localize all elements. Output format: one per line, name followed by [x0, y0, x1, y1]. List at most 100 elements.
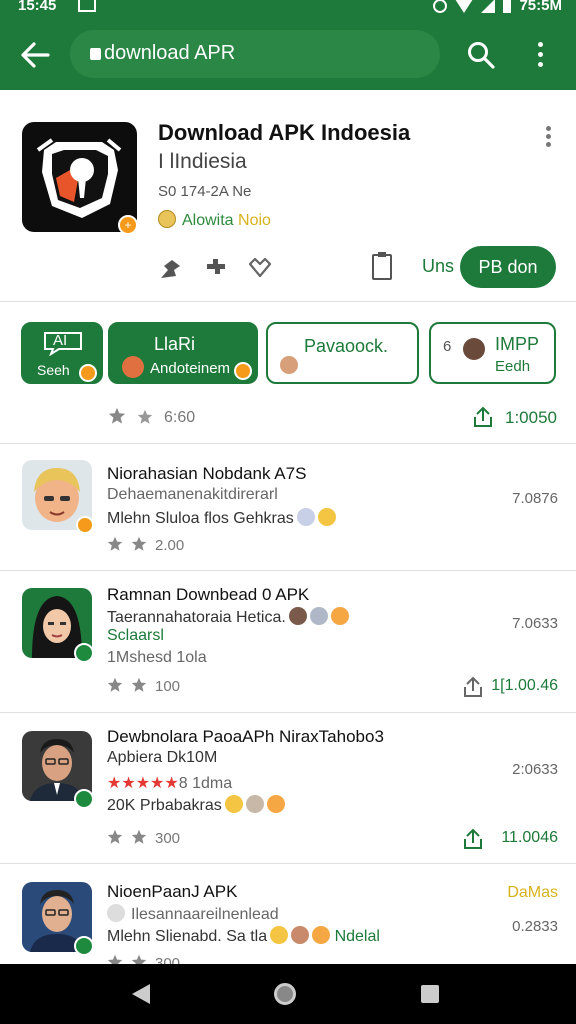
avatar	[278, 354, 300, 376]
emoji-icon	[312, 926, 331, 944]
avatar	[463, 338, 485, 360]
row-title: Niorahasian Nobdank A7S	[107, 464, 307, 483]
star-icon	[131, 954, 147, 964]
chip-0[interactable]: AI Seeh	[21, 322, 103, 384]
emoji-icon	[224, 795, 243, 813]
chip-3[interactable]: 6 IMPP Eedh	[429, 322, 556, 384]
app-developer[interactable]: Alowita Noio	[158, 210, 271, 230]
app-size: S0 174-2A Ne	[158, 183, 252, 200]
url-text: download APR	[104, 42, 236, 64]
install-button[interactable]: PB don	[460, 246, 556, 288]
clipboard-icon[interactable]	[372, 252, 392, 280]
clock-icon	[107, 904, 125, 922]
star-icon	[107, 677, 123, 692]
app-header: + Download APK Indoesia I lIndiesia S0 1…	[0, 90, 576, 302]
list-item[interactable]: Dewbnolara PaoaAPh NiraxTahobo3 Apbiera …	[0, 713, 576, 864]
chip-1[interactable]: LlaRi Andoteinem	[108, 322, 258, 384]
share-icon[interactable]	[472, 405, 494, 429]
star-icon	[131, 829, 147, 844]
row-rating: 300	[107, 829, 180, 847]
row-size: 0.2833	[512, 918, 558, 935]
row-badge-text: DaMas	[507, 884, 558, 901]
row-title: Dewbnolara PaoaAPh NiraxTahobo3	[107, 727, 384, 746]
row-title: Ramnan Downbead 0 APK	[107, 585, 310, 604]
verified-icon	[74, 789, 94, 809]
share-icon[interactable]	[462, 675, 484, 699]
list-item[interactable]: NioenPaanJ APK Ilesannaareilnenlead Mleh…	[0, 864, 576, 964]
leaf-icon	[122, 356, 144, 378]
verified-icon	[74, 643, 94, 663]
row-line: Ilesannaareilnenlead	[107, 904, 279, 924]
row-line: Mlehn Sluloa flos Gehkras	[107, 508, 336, 528]
emoji-icon	[270, 926, 289, 944]
heart-icon[interactable]	[247, 256, 273, 280]
emoji-icon	[330, 607, 349, 625]
url-bar[interactable]: download APR	[70, 30, 440, 78]
row-size: 2:0633	[512, 761, 558, 778]
status-time: 15:45	[18, 0, 57, 14]
app-more-icon[interactable]	[544, 126, 554, 148]
bear-logo-icon	[36, 138, 122, 218]
row-line: Taerannahatoraia Hetica.	[107, 607, 349, 627]
stats-row: 6:60 1:0050	[0, 392, 576, 444]
uninstall-label[interactable]: Uns	[422, 256, 454, 277]
row-count: 1[1.00.46	[491, 677, 558, 694]
pin-icon[interactable]	[158, 256, 184, 280]
wifi-icon	[455, 0, 474, 13]
row-badge-icon	[76, 516, 94, 534]
star-icon	[108, 407, 126, 424]
emoji-icon	[245, 795, 264, 813]
puzzle-icon[interactable]	[203, 256, 229, 280]
download-count: 1:0050	[505, 408, 557, 427]
battery-icon	[503, 0, 512, 13]
nav-recents-icon[interactable]	[421, 985, 439, 1003]
row-rating: 2.00	[107, 536, 184, 554]
app-badge-icon: +	[118, 215, 138, 235]
developer-coin-icon	[158, 210, 176, 228]
row-count: 11.0046	[501, 829, 558, 846]
rating-value: 6:60	[164, 409, 196, 426]
nav-home-icon[interactable]	[274, 983, 296, 1005]
nav-back-icon[interactable]	[132, 984, 150, 1004]
row-title: NioenPaanJ APK	[107, 882, 238, 901]
app-title: Download APK Indoesia	[158, 120, 411, 145]
back-arrow-icon[interactable]	[18, 38, 54, 72]
share-icon[interactable]	[462, 827, 484, 851]
signal-icon	[481, 0, 496, 13]
emoji-icon	[296, 508, 315, 526]
list-item[interactable]: Niorahasian Nobdank A7S Dehaemanenakitdi…	[0, 444, 576, 571]
chip-badge-icon	[234, 362, 252, 380]
row-line: Mlehn Slienabd. Sa tla Ndelal	[107, 926, 380, 945]
star-icon	[131, 536, 147, 551]
lock-icon	[90, 48, 101, 60]
emoji-icon	[291, 926, 310, 944]
emoji-icon	[317, 508, 336, 526]
row-size: 7.0633	[512, 615, 558, 632]
list-item[interactable]: Ramnan Downbead 0 APK Taerannahatoraia H…	[0, 571, 576, 713]
app-icon[interactable]	[22, 122, 137, 232]
row-line: 1Mshesd 1ola	[107, 649, 207, 666]
chip-badge-icon	[79, 364, 97, 382]
gallery-icon	[78, 0, 96, 12]
row-line: Dehaemanenakitdirerarl	[107, 486, 278, 503]
verified-icon	[74, 936, 94, 956]
star-icon	[107, 829, 123, 844]
row-line: Sclaarsl	[107, 627, 164, 644]
search-icon[interactable]	[466, 40, 496, 70]
app-subtitle: I lIndiesia	[158, 150, 247, 173]
star-icon	[107, 536, 123, 551]
status-icons: 75:5M	[433, 0, 562, 14]
status-bar: 15:45 75:5M	[0, 0, 576, 20]
row-line: 20K Prbabakras	[107, 795, 285, 815]
alarm-icon	[433, 0, 448, 13]
system-nav-bar	[0, 964, 576, 1024]
toolbar: download APR	[0, 20, 576, 90]
star-icon	[131, 677, 147, 692]
row-rating: 300	[107, 954, 180, 964]
overflow-menu-icon[interactable]	[530, 40, 550, 70]
row-line: ★★★★★8 1dma	[107, 775, 233, 792]
row-rating: 100	[107, 677, 180, 695]
red-stars: ★★★★★	[107, 775, 179, 792]
chip-2[interactable]: Pavaoock.	[266, 322, 419, 384]
emoji-icon	[288, 607, 307, 625]
